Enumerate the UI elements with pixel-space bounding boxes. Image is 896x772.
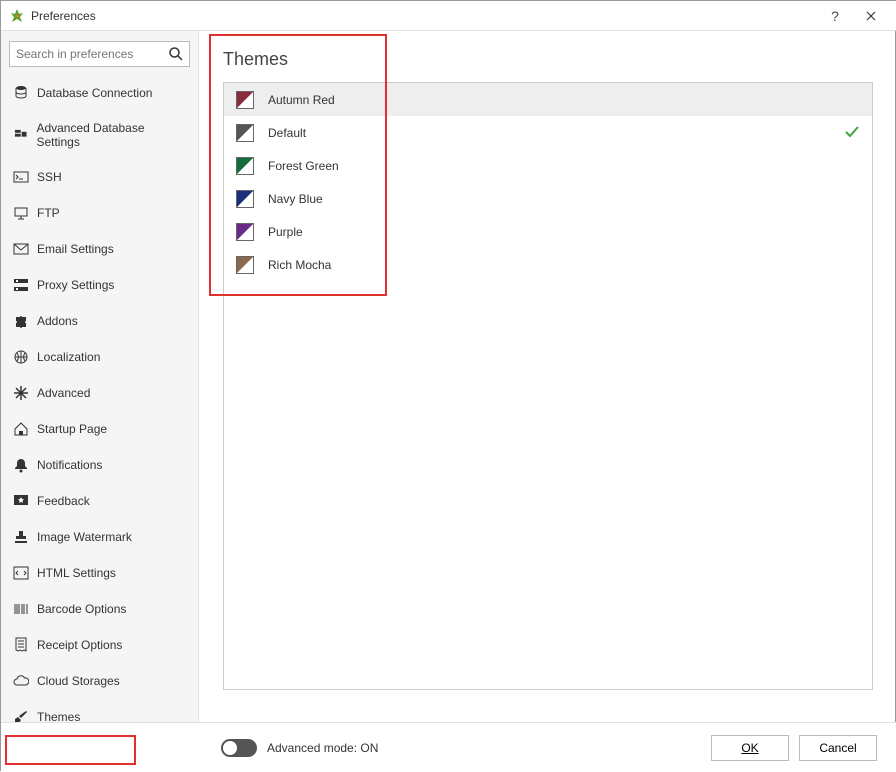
- globe-icon: [13, 349, 29, 365]
- theme-swatch-icon: [236, 223, 254, 241]
- barcode-icon: [13, 601, 29, 617]
- sidebar-item-label: Advanced Database Settings: [36, 121, 186, 149]
- sidebar-item-label: Localization: [37, 350, 100, 364]
- star-icon: [13, 493, 29, 509]
- terminal-icon: [13, 169, 29, 185]
- database-icon: [13, 85, 29, 101]
- brush-icon: [13, 709, 29, 722]
- cancel-button[interactable]: Cancel: [799, 735, 877, 761]
- sidebar-item-label: Startup Page: [37, 422, 107, 436]
- sidebar-item-cloud[interactable]: Cloud Storages: [9, 663, 190, 699]
- proxy-icon: [13, 277, 29, 293]
- theme-label: Purple: [268, 225, 303, 239]
- sidebar-item-label: Receipt Options: [37, 638, 122, 652]
- theme-row-rich-mocha[interactable]: Rich Mocha: [224, 248, 872, 281]
- theme-row-forest-green[interactable]: Forest Green: [224, 149, 872, 182]
- sidebar-item-notifications[interactable]: Notifications: [9, 447, 190, 483]
- theme-label: Autumn Red: [268, 93, 335, 107]
- sidebar-item-label: Cloud Storages: [37, 674, 120, 688]
- theme-swatch-icon: [236, 256, 254, 274]
- sidebar-item-ssh[interactable]: SSH: [9, 159, 190, 195]
- home-icon: [13, 421, 29, 437]
- sidebar-item-feedback[interactable]: Feedback: [9, 483, 190, 519]
- close-button[interactable]: [853, 2, 889, 30]
- sidebar-item-startup[interactable]: Startup Page: [9, 411, 190, 447]
- puzzle-icon: [13, 313, 29, 329]
- sidebar-item-proxy[interactable]: Proxy Settings: [9, 267, 190, 303]
- titlebar: Preferences ?: [1, 1, 896, 31]
- sidebar-item-receipt[interactable]: Receipt Options: [9, 627, 190, 663]
- theme-swatch-icon: [236, 91, 254, 109]
- stamp-icon: [13, 529, 29, 545]
- main-area: Database Connection Advanced Database Se…: [1, 31, 896, 722]
- sidebar-item-ftp[interactable]: FTP: [9, 195, 190, 231]
- sidebar-item-addons[interactable]: Addons: [9, 303, 190, 339]
- sidebar: Database Connection Advanced Database Se…: [1, 31, 199, 722]
- content-pane: Themes Autumn Red Default Forest Green: [199, 31, 896, 722]
- sidebar-item-label: Notifications: [37, 458, 102, 472]
- footer: Advanced mode: ON OK Cancel: [1, 722, 896, 772]
- window-title: Preferences: [31, 9, 817, 23]
- sidebar-item-label: SSH: [37, 170, 62, 184]
- sidebar-item-html[interactable]: HTML Settings: [9, 555, 190, 591]
- ok-button[interactable]: OK: [711, 735, 789, 761]
- sidebar-item-label: Barcode Options: [37, 602, 126, 616]
- cloud-icon: [13, 673, 29, 689]
- sidebar-item-label: Feedback: [37, 494, 90, 508]
- code-icon: [13, 565, 29, 581]
- theme-swatch-icon: [236, 124, 254, 142]
- sidebar-item-label: Image Watermark: [37, 530, 132, 544]
- sidebar-item-email[interactable]: Email Settings: [9, 231, 190, 267]
- sidebar-item-label: Themes: [37, 710, 80, 722]
- receipt-icon: [13, 637, 29, 653]
- sidebar-item-label: FTP: [37, 206, 60, 220]
- search-input[interactable]: [9, 41, 190, 67]
- theme-label: Rich Mocha: [268, 258, 331, 272]
- advanced-mode-label: Advanced mode: ON: [267, 741, 378, 755]
- sidebar-item-label: Advanced: [37, 386, 90, 400]
- theme-listbox[interactable]: Autumn Red Default Forest Green Navy Blu…: [223, 82, 873, 690]
- sidebar-item-label: Database Connection: [37, 86, 152, 100]
- app-icon: [9, 8, 25, 24]
- page-title: Themes: [223, 49, 873, 70]
- search-wrapper: [9, 41, 190, 67]
- advanced-mode-toggle[interactable]: [221, 739, 257, 757]
- sidebar-item-advanced-database[interactable]: Advanced Database Settings: [9, 111, 190, 159]
- theme-row-autumn-red[interactable]: Autumn Red: [224, 83, 872, 116]
- sidebar-item-barcode[interactable]: Barcode Options: [9, 591, 190, 627]
- sidebar-item-advanced[interactable]: Advanced: [9, 375, 190, 411]
- sidebar-item-themes[interactable]: Themes: [9, 699, 190, 722]
- theme-swatch-icon: [236, 157, 254, 175]
- sidebar-item-localization[interactable]: Localization: [9, 339, 190, 375]
- ftp-icon: [13, 205, 29, 221]
- theme-label: Default: [268, 126, 306, 140]
- mail-icon: [13, 241, 29, 257]
- search-icon: [168, 46, 184, 62]
- sidebar-item-label: Email Settings: [37, 242, 114, 256]
- bell-icon: [13, 457, 29, 473]
- theme-row-navy-blue[interactable]: Navy Blue: [224, 182, 872, 215]
- theme-label: Forest Green: [268, 159, 339, 173]
- settings-advanced-icon: [13, 127, 28, 143]
- sidebar-item-label: Proxy Settings: [37, 278, 114, 292]
- theme-row-purple[interactable]: Purple: [224, 215, 872, 248]
- theme-swatch-icon: [236, 190, 254, 208]
- theme-row-default[interactable]: Default: [224, 116, 872, 149]
- asterisk-icon: [13, 385, 29, 401]
- sidebar-item-label: HTML Settings: [37, 566, 116, 580]
- checkmark-icon: [844, 124, 860, 143]
- sidebar-item-database-connection[interactable]: Database Connection: [9, 75, 190, 111]
- sidebar-item-watermark[interactable]: Image Watermark: [9, 519, 190, 555]
- theme-label: Navy Blue: [268, 192, 323, 206]
- sidebar-item-label: Addons: [37, 314, 78, 328]
- help-button[interactable]: ?: [817, 2, 853, 30]
